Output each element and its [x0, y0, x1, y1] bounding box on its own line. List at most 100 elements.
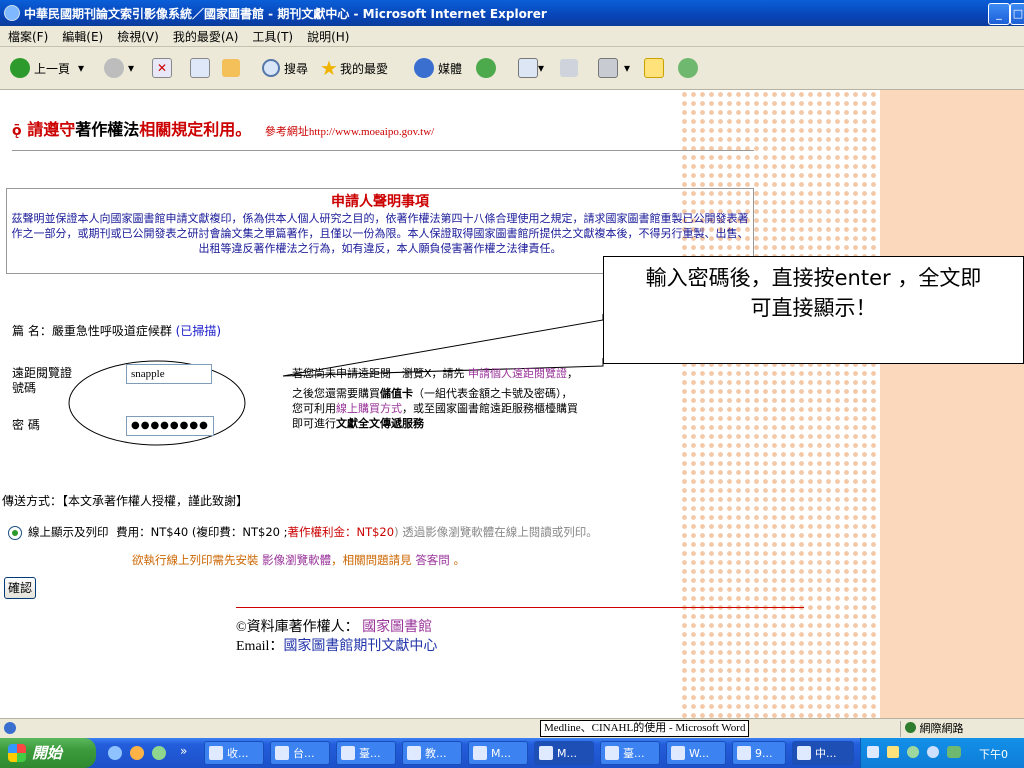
menu-file[interactable]: 檔案(F) [0, 26, 54, 45]
account-input[interactable]: snapple [126, 364, 212, 384]
home-icon [222, 59, 240, 77]
fee-text: 費用：NT$40 (複印費：NT$20 ; [116, 525, 288, 539]
user-icon[interactable] [947, 746, 961, 758]
info-line-4b: 文獻全文傳遞服務 [336, 417, 424, 430]
delivery-option-row: 線上顯示及列印 費用：NT$40 (複印費：NT$20 ;著作權利金：NT$20… [28, 524, 598, 540]
task-7[interactable]: 臺... [600, 741, 660, 765]
minimize-button[interactable]: _ [988, 3, 1010, 25]
delivery-option-label: 線上顯示及列印 [28, 525, 109, 539]
title-bar: 中華民國期刊論文索引影像系統／國家圖書館 - 期刊文獻中心 - Microsof… [0, 0, 1024, 26]
messenger-icon [678, 58, 698, 78]
messenger-button[interactable] [678, 57, 702, 79]
print-button[interactable] [560, 57, 578, 79]
edit-icon [598, 58, 618, 78]
confirm-button[interactable]: 確認 [4, 577, 37, 599]
account-info: 若您尚未申請遠距閱 瀏覽X，請先 申請個人遠距閱覽證， 之後您還需要購買儲值卡（… [292, 366, 578, 431]
zone-label: 網際網路 [919, 722, 964, 735]
media-button[interactable]: 媒體 [414, 57, 462, 79]
back-button[interactable]: 上一頁 ▾ [10, 57, 84, 79]
stop-button[interactable]: ✕ [152, 57, 172, 79]
refresh-button[interactable] [190, 57, 210, 79]
toolbar: 上一頁 ▾ ▾ ✕ 搜尋 ★ 我的最愛 媒體 ▾ ▾ [0, 47, 1024, 90]
menu-help[interactable]: 說明(H) [299, 26, 355, 45]
task-9[interactable]: 9... [732, 741, 786, 765]
owner-link[interactable]: 國家圖書館 [362, 620, 432, 635]
globe-icon [905, 722, 916, 733]
viewer-software-link[interactable]: 影像瀏覽軟體 [262, 553, 331, 567]
task-1[interactable]: 收... [204, 741, 264, 765]
search-button[interactable]: 搜尋 [262, 57, 308, 79]
owner-label: ©資料庫著作權人： [236, 620, 359, 635]
info-line-3a: 您可利用 [292, 402, 336, 415]
task-8[interactable]: W... [666, 741, 726, 765]
info-line-1b: ， [567, 367, 579, 380]
edit-button[interactable]: ▾ [598, 57, 630, 79]
stop-icon: ✕ [152, 58, 172, 78]
online-purchase-link[interactable]: 線上購買方式 [336, 402, 402, 415]
page-icon [4, 722, 16, 734]
info-line-1a: 若您尚未申請遠距閱 瀏覽X，請先 [292, 367, 469, 380]
messenger-quicklaunch-icon[interactable] [152, 746, 166, 760]
discuss-button[interactable] [644, 57, 664, 79]
password-input[interactable]: ●●●●●●●● [126, 416, 214, 436]
refresh-icon [190, 58, 210, 78]
forward-button[interactable]: ▾ [104, 57, 134, 79]
article-label: 篇 名： [12, 324, 52, 338]
word-tooltip: Medline、CINAHL的使用 - Microsoft Word [540, 720, 750, 737]
menu-tools[interactable]: 工具(T) [244, 26, 299, 45]
back-arrow-icon [10, 58, 30, 78]
media-quicklaunch-icon[interactable] [130, 746, 144, 760]
apply-card-link[interactable]: 申請個人遠距閱覽證 [468, 367, 567, 380]
star-icon: ★ [320, 56, 338, 80]
zone-indicator: 網際網路 [900, 721, 1024, 737]
menu-view[interactable]: 檢視(V) [109, 26, 165, 45]
mail-button[interactable]: ▾ [518, 57, 544, 79]
print-info-b: ，相關問題請見 [331, 553, 416, 567]
home-button[interactable] [222, 57, 240, 79]
email-link[interactable]: 國家圖書館期刊文獻中心 [283, 639, 437, 654]
system-tray: 下午0 [860, 738, 1024, 768]
media-icon [414, 58, 434, 78]
print-info-c: 。 [449, 553, 465, 567]
help-icon[interactable] [887, 746, 899, 758]
tray-app-icon[interactable] [867, 746, 879, 758]
status-bar: Medline、CINAHL的使用 - Microsoft Word 網際網路 [0, 718, 1024, 739]
info-line-2a: 之後您還需要購買 [292, 387, 380, 400]
favorites-label: 我的最愛 [339, 61, 388, 76]
volume-icon[interactable] [927, 746, 939, 758]
task-3[interactable]: 臺... [336, 741, 396, 765]
ie-quicklaunch-icon[interactable] [108, 746, 122, 760]
start-label: 開始 [32, 744, 63, 762]
mail-icon [518, 58, 538, 78]
menu-edit[interactable]: 編輯(E) [54, 26, 109, 45]
more-chevron-icon[interactable]: » [180, 744, 187, 758]
print-icon [560, 59, 578, 77]
back-label: 上一頁 [34, 61, 71, 76]
online-display-radio[interactable] [8, 526, 22, 540]
taskbar: 開始 » 收... 台... 臺... 教... M... M... 臺... … [0, 738, 1024, 768]
start-button[interactable]: 開始 [0, 738, 96, 768]
footer: ©資料庫著作權人： 國家圖書館 Email：國家圖書館期刊文獻中心 [236, 618, 437, 656]
print-info-a: 欲執行線上列印需先安裝 [132, 553, 263, 567]
faq-link[interactable]: 答客問 [415, 553, 450, 567]
task-4[interactable]: 教... [402, 741, 462, 765]
task-6[interactable]: M... [534, 741, 594, 765]
history-button[interactable] [476, 57, 500, 79]
info-line-4a: 即可進行 [292, 417, 336, 430]
task-10[interactable]: 中... [792, 741, 854, 765]
folder-icon [644, 58, 664, 78]
info-line-2b: 儲值卡 [380, 387, 413, 400]
task-2[interactable]: 台... [270, 741, 330, 765]
clock[interactable]: 下午0 [979, 746, 1008, 762]
task-5[interactable]: M... [468, 741, 528, 765]
maximize-button[interactable]: □ [1010, 3, 1024, 25]
menu-bar: 檔案(F) 編輯(E) 檢視(V) 我的最愛(A) 工具(T) 說明(H) [0, 26, 1024, 47]
network-icon[interactable] [907, 746, 919, 758]
menu-favorites[interactable]: 我的最愛(A) [165, 26, 245, 45]
info-line-3b: ，或至國家圖書館遠距服務櫃檯購買 [402, 402, 578, 415]
favorites-button[interactable]: ★ 我的最愛 [320, 56, 388, 80]
ie-icon [4, 5, 20, 21]
delivery-label: 傳送方式：【本文承著作權人授權，謹此致謝】 [2, 494, 249, 508]
windows-logo-icon [8, 744, 26, 762]
window-title: 中華民國期刊論文索引影像系統／國家圖書館 - 期刊文獻中心 - Microsof… [24, 7, 547, 21]
